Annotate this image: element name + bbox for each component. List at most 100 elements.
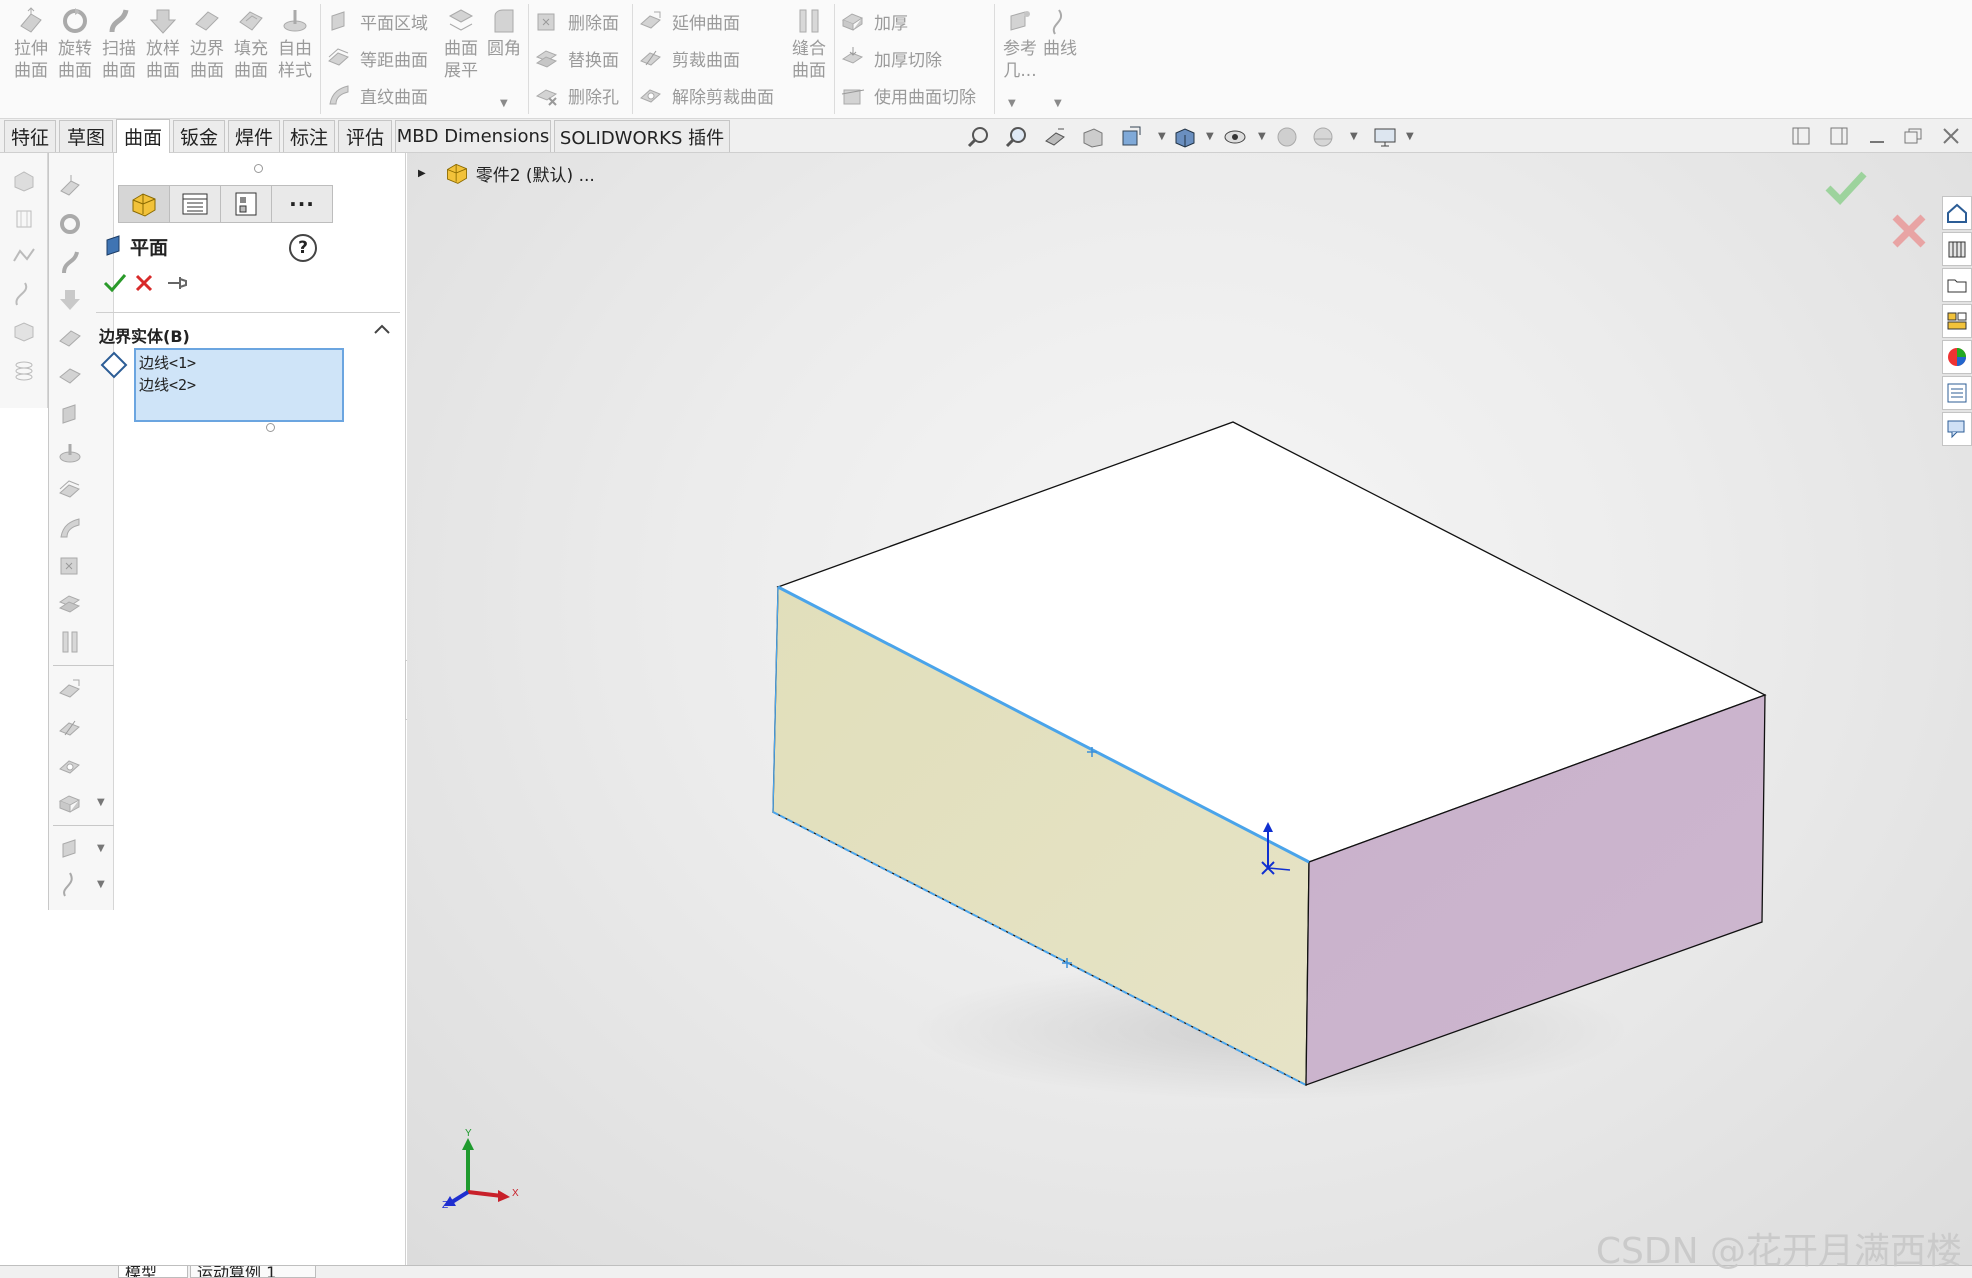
ruled-surface-icon[interactable] [57,515,83,541]
display-style-icon[interactable] [1172,125,1198,149]
untrim-surface-button[interactable]: 解除剪裁曲面 [638,82,774,108]
extrude-surface-button[interactable]: 拉伸 曲面 [10,6,52,82]
display-style-caret[interactable]: ▼ [1206,131,1214,142]
restore-button[interactable] [1900,123,1926,149]
list-item[interactable]: 边线<2> [139,374,339,396]
more-tabs-button[interactable]: ··· [271,185,333,223]
apply-scene-caret[interactable]: ▼ [1350,131,1358,142]
delete-hole-button[interactable]: 删除孔 [534,82,619,108]
curves-button[interactable]: 曲线 [1040,6,1080,60]
extend-surface-icon[interactable] [57,677,83,703]
cancel-x-icon[interactable] [134,273,154,293]
boundary-surface-button[interactable]: 边界 曲面 [186,6,228,82]
planar-region-icon[interactable] [57,401,83,427]
extend-surface-button[interactable]: 延伸曲面 [638,8,740,34]
zoom-to-area-icon[interactable] [1004,125,1030,149]
thicken-button[interactable]: 加厚 [840,8,908,34]
section-header-boundary-entities[interactable]: 边界实体(B) [99,323,190,347]
fill-surface-button[interactable]: 填充 曲面 [230,6,272,82]
minimize-button[interactable] [1864,123,1890,149]
reference-geometry-icon[interactable] [57,835,83,861]
sweep-surface-button[interactable]: 扫描 曲面 [98,6,140,82]
thickened-cut-button[interactable]: 加厚切除 [840,45,942,71]
zoom-to-fit-icon[interactable] [966,125,992,149]
freeform-icon[interactable] [57,439,83,465]
tab-motion-study[interactable]: 运动算例 1 [190,1266,316,1278]
dynamic-annotation-views-icon[interactable] [1118,125,1144,149]
tab-surfaces[interactable]: 曲面 [116,119,170,153]
cut-with-surface-button[interactable]: 使用曲面切除 [840,82,976,108]
tab-sketch[interactable]: 草图 [59,120,113,152]
close-button[interactable] [1938,123,1964,149]
chevron-up-icon[interactable] [372,320,392,338]
offset-surface-icon[interactable] [57,477,83,503]
sweep-surface-icon[interactable] [57,249,83,275]
planar-region-button[interactable]: 平面区域 [326,8,428,34]
boundary-entities-selection-list[interactable]: 边线<1> 边线<2> [134,348,344,422]
view-orientation-caret[interactable]: ▼ [1158,131,1166,142]
extrude-surface-icon[interactable] [57,173,83,199]
tab-weldments[interactable]: 焊件 [228,120,280,152]
sketch-curve-icon[interactable] [11,243,37,269]
delete-face-button[interactable]: 删除面 [534,8,619,34]
delete-face-icon[interactable] [57,553,83,579]
curves-dropdown-caret[interactable]: ▼ [1054,98,1062,109]
panel-splitter-grip[interactable] [254,164,263,173]
replace-face-button[interactable]: 替换面 [534,45,619,71]
untrim-surface-icon[interactable] [57,753,83,779]
tab-model[interactable]: 模型 [118,1266,188,1278]
curves-caret[interactable]: ▼ [97,879,105,890]
hide-show-caret[interactable]: ▼ [1258,131,1266,142]
tab-evaluate[interactable]: 评估 [338,120,392,152]
ruled-surface-button[interactable]: 直纹曲面 [326,82,428,108]
fillet-dropdown-caret[interactable]: ▼ [500,98,508,109]
boundary-surface-icon[interactable] [57,325,83,351]
reference-geometry-dropdown-caret[interactable]: ▼ [1008,98,1016,109]
trim-surface-button[interactable]: 剪裁曲面 [638,45,740,71]
revolve-surface-button[interactable]: 旋转 曲面 [54,6,96,82]
extruded-boss-icon[interactable] [11,167,37,193]
view-settings-caret[interactable]: ▼ [1406,131,1414,142]
split-line-icon[interactable] [11,281,37,307]
fillet-button[interactable]: 圆角 [484,6,524,60]
knit-surface-button[interactable]: 缝合 曲面 [788,6,830,82]
edit-appearance-icon[interactable] [1274,125,1300,149]
freeform-button[interactable]: 自由 样式 [274,6,316,82]
knit-surface-icon[interactable] [57,629,83,655]
tile-left-button[interactable] [1788,123,1814,149]
feature-manager-tab[interactable] [118,185,170,223]
help-button[interactable]: ? [289,234,317,262]
spiral-icon[interactable] [11,357,37,383]
fill-pattern-icon[interactable] [11,319,37,345]
apply-scene-icon[interactable] [1310,125,1336,149]
section-view-icon[interactable] [1080,125,1106,149]
tab-markup[interactable]: 标注 [283,120,335,152]
loft-surface-icon[interactable] [57,287,83,313]
revolve-surface-icon[interactable] [57,211,83,237]
tile-right-button[interactable] [1826,123,1852,149]
loft-surface-button[interactable]: 放样 曲面 [142,6,184,82]
trim-surface-icon[interactable] [57,715,83,741]
box-surface-icon[interactable] [11,205,37,231]
property-manager-tab[interactable] [169,185,221,223]
thicken-icon[interactable] [57,791,83,817]
reference-geometry-caret[interactable]: ▼ [97,843,105,854]
tab-mbd-dimensions[interactable]: MBD Dimensions [395,120,551,152]
view-settings-icon[interactable] [1372,125,1398,149]
thicken-dropdown-caret[interactable]: ▼ [97,797,105,808]
list-item[interactable]: 边线<1> [139,352,339,374]
configuration-manager-tab[interactable] [220,185,272,223]
tab-sheet-metal[interactable]: 钣金 [173,120,225,152]
fill-surface-icon[interactable] [57,363,83,389]
flatten-surface-button[interactable]: 曲面 展平 [440,6,482,82]
pushpin-icon[interactable] [166,273,188,293]
ok-checkmark-icon[interactable] [102,271,128,295]
hide-show-items-icon[interactable] [1222,125,1248,149]
tab-features[interactable]: 特征 [4,120,56,152]
reference-geometry-button[interactable]: 参考 几... [1000,6,1040,82]
previous-view-icon[interactable] [1042,125,1068,149]
tab-solidworks-addins[interactable]: SOLIDWORKS 插件 [554,120,730,152]
offset-surface-button[interactable]: 等距曲面 [326,45,428,71]
replace-face-icon[interactable] [57,591,83,617]
curves-icon[interactable] [57,871,83,897]
